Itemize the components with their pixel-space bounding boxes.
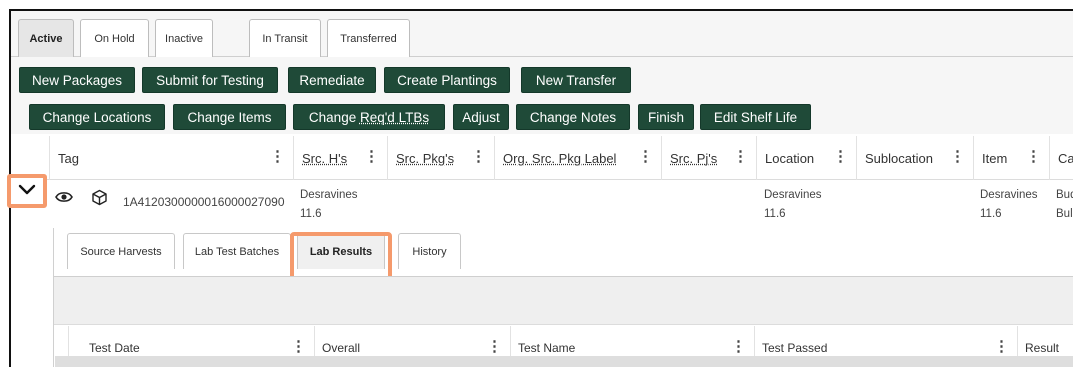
kebab-icon[interactable]: ⋮: [638, 149, 653, 165]
src-harvest-cell: Desravines 11.6: [300, 186, 358, 224]
cell-line: Desravines: [980, 189, 1038, 201]
column-src-packages[interactable]: Src. Pkg's ⋮: [387, 136, 494, 180]
submit-for-testing-button[interactable]: Submit for Testing: [142, 67, 278, 93]
cell-line: 11.6: [300, 208, 322, 220]
change-reqd-ltbs-button[interactable]: Change Req'd LTBs: [293, 104, 445, 130]
column-org-src-pkg-label[interactable]: Org. Src. Pkg Label ⋮: [494, 136, 661, 180]
chevron-down-icon: [18, 182, 36, 200]
cell-line: Desravines: [300, 189, 358, 201]
tab-active[interactable]: Active: [18, 19, 74, 57]
column-src-projects[interactable]: Src. Pj's ⋮: [661, 136, 756, 180]
category-cell: Bud Bul: [1056, 186, 1073, 224]
column-label: Test Passed: [762, 341, 828, 355]
create-plantings-button[interactable]: Create Plantings: [384, 67, 510, 93]
column-label: Src. Pj's: [670, 150, 718, 166]
table-row[interactable]: 1A4120300000016000027090 Desravines 11.6…: [11, 180, 1073, 228]
kebab-icon[interactable]: ⋮: [1026, 149, 1041, 165]
package-detail-panel: Source Harvests Lab Test Batches Lab Res…: [53, 228, 1073, 367]
kebab-icon[interactable]: ⋮: [291, 339, 306, 355]
kebab-icon[interactable]: ⋮: [270, 149, 285, 165]
column-label: Test Date: [89, 341, 140, 355]
tab-lab-test-batches[interactable]: Lab Test Batches: [183, 233, 291, 269]
expand-row-button[interactable]: [7, 174, 47, 208]
kebab-icon[interactable]: ⋮: [364, 149, 379, 165]
column-sublocation[interactable]: Sublocation ⋮: [856, 136, 973, 180]
cell-line: 11.6: [764, 208, 786, 220]
package-tag[interactable]: 1A4120300000016000027090: [123, 193, 285, 212]
tab-lab-results[interactable]: Lab Results: [297, 233, 385, 269]
column-src-harvests[interactable]: Src. H's ⋮: [293, 136, 387, 180]
new-transfer-button[interactable]: New Transfer: [521, 67, 631, 93]
kebab-icon[interactable]: ⋮: [487, 339, 502, 355]
column-location[interactable]: Location ⋮: [756, 136, 856, 180]
column-label: Tag: [58, 150, 79, 166]
change-locations-button[interactable]: Change Locations: [29, 104, 165, 130]
adjust-button[interactable]: Adjust: [453, 104, 509, 130]
column-label: Item: [982, 150, 1008, 166]
eye-icon[interactable]: [55, 190, 73, 209]
reqd-ltbs-label: Req'd LTBs: [359, 109, 430, 125]
column-label: Location: [765, 150, 815, 166]
remediate-button[interactable]: Remediate: [288, 67, 376, 93]
empty-results-area: [55, 356, 1073, 367]
tab-history[interactable]: History: [398, 233, 461, 269]
finish-button[interactable]: Finish: [638, 104, 694, 130]
location-cell: Desravines 11.6: [764, 186, 822, 224]
column-label: Src. H's: [302, 150, 348, 166]
kebab-icon[interactable]: ⋮: [471, 149, 486, 165]
kebab-icon[interactable]: ⋮: [731, 339, 746, 355]
edit-shelf-life-button[interactable]: Edit Shelf Life: [700, 104, 811, 130]
tab-source-harvests[interactable]: Source Harvests: [67, 233, 175, 269]
packages-grid-header: Tag ⋮ Src. H's ⋮ Src. Pkg's ⋮ Org. Src. …: [11, 136, 1073, 180]
packages-panel: Active On Hold Inactive In Transit Trans…: [9, 9, 1073, 367]
lab-results-toolbar: [54, 276, 1073, 325]
column-tag[interactable]: Tag ⋮: [49, 136, 293, 180]
column-label: Test Name: [518, 341, 576, 355]
column-category[interactable]: Ca: [1049, 136, 1073, 180]
column-label: Src. Pkg's: [396, 150, 455, 166]
column-label: Sublocation: [865, 150, 933, 166]
column-label: Result: [1025, 341, 1060, 355]
box-icon[interactable]: [91, 189, 108, 211]
column-item[interactable]: Item ⋮: [973, 136, 1049, 180]
kebab-icon[interactable]: ⋮: [994, 339, 1009, 355]
change-items-button[interactable]: Change Items: [173, 104, 286, 130]
new-packages-button[interactable]: New Packages: [19, 67, 135, 93]
status-tab-bar: Active On Hold Inactive In Transit Trans…: [11, 11, 1073, 57]
tab-in-transit[interactable]: In Transit: [249, 19, 321, 57]
kebab-icon[interactable]: ⋮: [950, 149, 965, 165]
tab-inactive[interactable]: Inactive: [155, 19, 213, 57]
column-label: Ca: [1058, 150, 1073, 166]
column-label: Overall: [322, 341, 361, 355]
cell-line: 11.6: [980, 208, 1002, 220]
tab-transferred[interactable]: Transferred: [327, 19, 410, 57]
action-toolbar: New Packages Submit for Testing Remediat…: [11, 57, 1073, 134]
kebab-icon[interactable]: ⋮: [733, 149, 748, 165]
change-label: Change: [308, 109, 360, 125]
column-label: Org. Src. Pkg Label: [503, 150, 617, 166]
cell-line: Bud: [1056, 189, 1073, 201]
kebab-icon[interactable]: ⋮: [833, 149, 848, 165]
tab-on-hold[interactable]: On Hold: [80, 19, 149, 57]
cell-line: Desravines: [764, 189, 822, 201]
cell-line: Bul: [1056, 208, 1073, 220]
item-cell: Desravines 11.6: [980, 186, 1038, 224]
change-notes-button[interactable]: Change Notes: [516, 104, 630, 130]
